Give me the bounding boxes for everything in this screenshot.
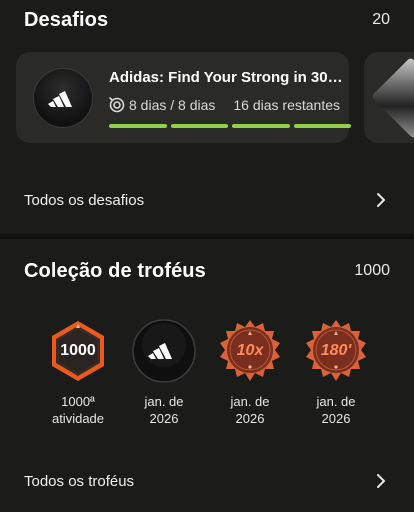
challenges-title: Desafios [24, 9, 109, 31]
trophy-label-line2: atividade [51, 411, 105, 426]
trophy-label-line2: 2026 [235, 411, 265, 426]
challenge-title: Adidas: Find Your Strong in 30 ... [109, 69, 344, 86]
challenge-thumbnail [370, 56, 414, 140]
trophy-label: 1000ª atividade [38, 393, 118, 427]
adidas-logo-icon [33, 68, 93, 128]
chevron-right-icon[interactable] [376, 192, 386, 213]
all-trophies-link[interactable]: Todos os troféus [24, 473, 134, 490]
trophy-label-line2: 2026 [321, 411, 351, 426]
progress-segment [109, 124, 167, 128]
trophy-label-line1: jan. de [230, 394, 270, 409]
trophy-label-line1: jan. de [144, 394, 184, 409]
trophy-label: jan. de 2026 [210, 393, 290, 427]
challenge-remaining: 16 dias restantes [233, 97, 340, 113]
progress-segment [170, 124, 228, 128]
progress-segment [293, 124, 351, 128]
challenges-section: Desafios 20 Adidas: Find Your Strong in … [0, 0, 414, 234]
trophy-label-line2: 2026 [149, 411, 179, 426]
adidas-logo-badge-icon[interactable] [132, 319, 196, 383]
seal-180-badge-icon[interactable]: 180' [304, 319, 368, 383]
trophies-section: Coleção de troféus 1000 1000 1000ª ativi… [0, 239, 414, 512]
trophy-label-line1: jan. de [316, 394, 356, 409]
challenge-progress: 8 dias / 8 dias [129, 97, 216, 113]
challenge-card-next[interactable] [364, 52, 414, 143]
challenges-count: 20 [372, 11, 390, 28]
all-challenges-link[interactable]: Todos os desafios [24, 192, 144, 209]
trophy-label: jan. de 2026 [296, 393, 376, 427]
activity-rings-icon [109, 96, 125, 117]
hexagon-1000-badge-icon[interactable]: 1000 [46, 319, 110, 383]
challenge-progress-bar [109, 124, 351, 128]
trophy-label-line1: 1000ª [61, 394, 95, 409]
trophy-badge-text: 1000 [60, 342, 96, 359]
trophy-badge-text: 10x [236, 342, 264, 359]
trophies-count: 1000 [354, 262, 390, 279]
challenge-meta: 8 dias / 8 dias 16 dias restantes [109, 96, 344, 116]
trophies-title: Coleção de troféus [24, 260, 206, 282]
trophy-badge-text: 180' [320, 342, 352, 359]
progress-segment [232, 124, 290, 128]
seal-10x-badge-icon[interactable]: 10x [218, 319, 282, 383]
trophy-label: jan. de 2026 [124, 393, 204, 427]
challenge-card[interactable]: Adidas: Find Your Strong in 30 ... 8 dia… [16, 52, 351, 143]
chevron-right-icon[interactable] [376, 473, 386, 494]
